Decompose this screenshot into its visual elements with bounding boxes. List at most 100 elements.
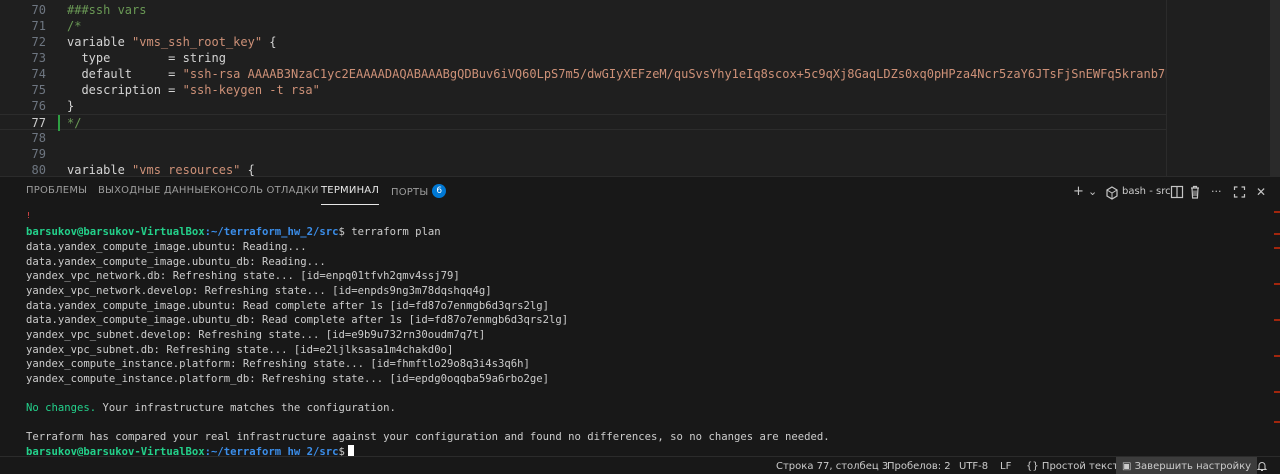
scrollbar-error-mark bbox=[1274, 211, 1280, 213]
maximize-icon[interactable] bbox=[1233, 183, 1246, 201]
line-number: 79 bbox=[31, 147, 46, 161]
terminal-icon bbox=[1106, 183, 1118, 201]
line-text: variable "vms_resources" { bbox=[67, 162, 255, 176]
code-line[interactable]: 71 /* bbox=[0, 18, 1166, 34]
scrollbar-error-mark bbox=[1274, 355, 1280, 357]
terminal-scrollbar[interactable] bbox=[1272, 207, 1280, 457]
prompt-user: barsukov@barsukov-VirtualBox bbox=[26, 226, 205, 238]
line-number: 76 bbox=[31, 99, 46, 113]
minimap[interactable] bbox=[1166, 0, 1280, 176]
tab-debug-console[interactable]: КОНСОЛЬ ОТЛАДКИ bbox=[210, 185, 319, 196]
no-changes-line: No changes. Your infrastructure matches … bbox=[26, 401, 396, 415]
tab-ports-label: ПОРТЫ bbox=[391, 187, 429, 198]
braces-icon: {} bbox=[1026, 461, 1039, 472]
code-line[interactable]: 74 default = "ssh-rsa AAAAB3NzaC1yc2EAAA… bbox=[0, 66, 1274, 82]
end-of-line[interactable]: LF bbox=[1000, 460, 1011, 473]
language-label: Простой текст bbox=[1041, 461, 1119, 472]
ports-count-badge: 6 bbox=[432, 184, 447, 198]
bottom-panel: ПРОБЛЕМЫ ВЫХОДНЫЕ ДАННЫЕ КОНСОЛЬ ОТЛАДКИ… bbox=[0, 176, 1280, 457]
panel-tab-bar: ПРОБЛЕМЫ ВЫХОДНЫЕ ДАННЫЕ КОНСОЛЬ ОТЛАДКИ… bbox=[0, 177, 1280, 207]
line-text: type = string bbox=[67, 51, 226, 65]
terminal-output-line: yandex_vpc_subnet.db: Refreshing state..… bbox=[26, 343, 454, 356]
no-changes-message: Your infrastructure matches the configur… bbox=[96, 402, 396, 414]
code-line[interactable]: 73 type = string bbox=[0, 50, 1166, 66]
bell-icon[interactable] bbox=[1256, 460, 1268, 474]
editor-scrollbar[interactable] bbox=[1270, 0, 1280, 176]
code-line[interactable]: 77 */ bbox=[0, 114, 1166, 131]
terminal-output-line: yandex_vpc_network.develop: Refreshing s… bbox=[26, 284, 492, 297]
code-token: { bbox=[240, 163, 255, 176]
code-token: { bbox=[262, 35, 277, 49]
scrollbar-error-mark bbox=[1274, 421, 1280, 423]
encoding[interactable]: UTF-8 bbox=[959, 460, 988, 473]
code-editor[interactable]: 70 ###ssh vars 71 /* 72 variable "vms_ssh_roo… bbox=[0, 0, 1280, 176]
line-number: 71 bbox=[31, 19, 46, 33]
code-token: variable bbox=[67, 163, 133, 176]
line-text: variable "vms_ssh_root_key" { bbox=[67, 34, 277, 50]
tab-output[interactable]: ВЫХОДНЫЕ ДАННЫЕ bbox=[98, 185, 210, 196]
command-text: terraform plan bbox=[344, 226, 441, 238]
line-number: 75 bbox=[31, 83, 46, 97]
code-line[interactable]: 75 description = "ssh-keygen -t rsa" bbox=[0, 82, 1166, 98]
tab-terminal[interactable]: ТЕРМИНАЛ bbox=[321, 185, 380, 205]
finish-setup-button[interactable]: ▣ Завершить настройку bbox=[1116, 457, 1258, 474]
string-token: "ssh-keygen -t rsa" bbox=[182, 83, 320, 97]
prompt-path: :~/terraform_hw_2/src bbox=[204, 226, 339, 238]
chevron-down-icon[interactable]: ⌄ bbox=[1088, 183, 1097, 201]
line-number: 72 bbox=[31, 35, 46, 49]
code-line[interactable]: 72 variable "vms_ssh_root_key" { bbox=[0, 34, 1166, 50]
more-actions-icon[interactable]: ··· bbox=[1211, 183, 1222, 201]
cursor-position[interactable]: Строка 77, столбец 3 bbox=[776, 460, 888, 473]
terminal-output-line: data.yandex_compute_image.ubuntu: Readin… bbox=[26, 241, 307, 253]
previous-command-marker: ! bbox=[26, 211, 31, 220]
tab-problems[interactable]: ПРОБЛЕМЫ bbox=[26, 185, 87, 196]
modified-line-indicator bbox=[58, 115, 60, 131]
gift-icon: ▣ bbox=[1122, 461, 1132, 472]
line-text: */ bbox=[67, 116, 82, 130]
close-icon[interactable]: ✕ bbox=[1256, 183, 1266, 201]
string-token: "vms_resources" bbox=[132, 163, 241, 176]
line-text: } bbox=[67, 99, 75, 113]
line-number: 73 bbox=[31, 51, 46, 65]
terminal-output-line: yandex_compute_instance.platform_db: Ref… bbox=[26, 372, 549, 385]
prompt-line: barsukov@barsukov-VirtualBox:~/terraform… bbox=[26, 225, 441, 239]
language-mode[interactable]: {} Простой текст bbox=[1026, 460, 1118, 473]
line-text: description = "ssh-keygen -t rsa" bbox=[67, 82, 320, 98]
terminal-output-line: yandex_vpc_subnet.develop: Refreshing st… bbox=[26, 328, 486, 341]
no-changes-label: No changes. bbox=[26, 402, 97, 414]
split-icon[interactable] bbox=[1170, 183, 1184, 201]
status-bar: Строка 77, столбец 3 Пробелов: 2 UTF-8 L… bbox=[0, 456, 1280, 474]
scrollbar-error-mark bbox=[1274, 233, 1280, 235]
line-number: 74 bbox=[31, 67, 46, 81]
line-text: ###ssh vars bbox=[67, 3, 147, 17]
code-line[interactable]: 76} bbox=[0, 98, 1166, 114]
code-token: variable bbox=[67, 35, 133, 49]
code-line[interactable]: 78 bbox=[0, 130, 1166, 146]
terminal-output-line: data.yandex_compute_image.ubuntu: Read c… bbox=[26, 299, 549, 312]
scrollbar-error-mark bbox=[1274, 247, 1280, 249]
line-number: 77 bbox=[31, 116, 46, 130]
terminal-output-line: yandex_compute_instance.platform: Refres… bbox=[26, 358, 530, 371]
line-number: 78 bbox=[31, 131, 46, 145]
finish-setup-label: Завершить настройку bbox=[1134, 461, 1252, 472]
scrollbar-error-mark bbox=[1274, 391, 1280, 393]
line-number: 70 bbox=[31, 3, 46, 17]
tab-ports[interactable]: ПОРТЫ 6 bbox=[391, 184, 447, 199]
terminal-output-line: data.yandex_compute_image.ubuntu_db: Rea… bbox=[26, 314, 569, 327]
code-line[interactable]: 70 ###ssh vars bbox=[0, 2, 1166, 18]
line-text: /* bbox=[67, 19, 82, 33]
string-token: "ssh-rsa AAAAB3NzaC1yc2EAAAADAQABAAABgQD… bbox=[182, 67, 1274, 81]
code-line[interactable]: 79 bbox=[0, 146, 1166, 162]
code-token: default = bbox=[67, 67, 183, 81]
indentation[interactable]: Пробелов: 2 bbox=[887, 460, 951, 473]
line-text: default = "ssh-rsa AAAAB3NzaC1yc2EAAAADA… bbox=[67, 66, 1274, 82]
trash-icon[interactable] bbox=[1189, 183, 1201, 201]
summary-line: Terraform has compared your real infrast… bbox=[26, 431, 830, 443]
string-token: "vms_ssh_root_key" bbox=[132, 35, 263, 49]
code-token: description = bbox=[67, 83, 183, 97]
terminal-instance-name[interactable]: bash - src bbox=[1122, 185, 1171, 199]
code-line[interactable]: 80 variable "vms_resources" { bbox=[0, 162, 1166, 176]
new-terminal-icon[interactable]: + bbox=[1073, 183, 1084, 201]
scrollbar-error-mark bbox=[1274, 283, 1280, 285]
terminal-output[interactable]: ! barsukov@barsukov-VirtualBox:~/terrafo… bbox=[0, 207, 1268, 457]
